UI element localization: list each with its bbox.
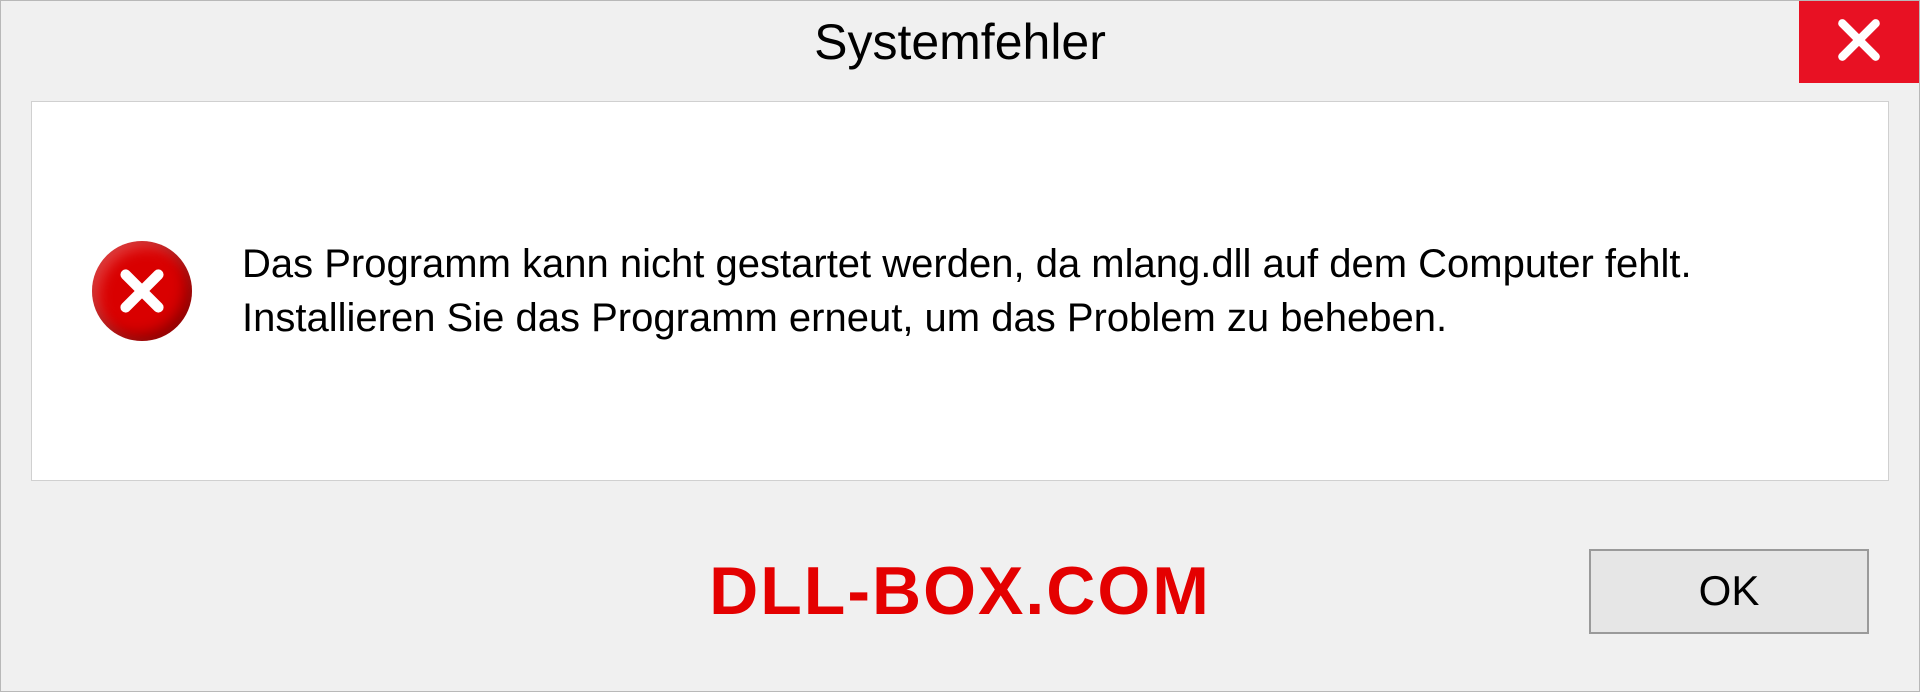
message-panel: Das Programm kann nicht gestartet werden… <box>31 101 1889 481</box>
titlebar: Systemfehler <box>1 1 1919 83</box>
content-area: Das Programm kann nicht gestartet werden… <box>1 83 1919 491</box>
ok-button[interactable]: OK <box>1589 549 1869 634</box>
error-icon-wrap <box>92 241 192 341</box>
error-message: Das Programm kann nicht gestartet werden… <box>242 237 1828 345</box>
error-dialog: Systemfehler Das Programm kann nicht ges… <box>0 0 1920 692</box>
watermark-text: DLL-BOX.COM <box>709 552 1211 630</box>
dialog-title: Systemfehler <box>814 13 1106 71</box>
close-icon <box>1834 15 1884 70</box>
dialog-footer: DLL-BOX.COM OK <box>1 491 1919 691</box>
error-icon <box>92 241 192 341</box>
close-button[interactable] <box>1799 1 1919 83</box>
